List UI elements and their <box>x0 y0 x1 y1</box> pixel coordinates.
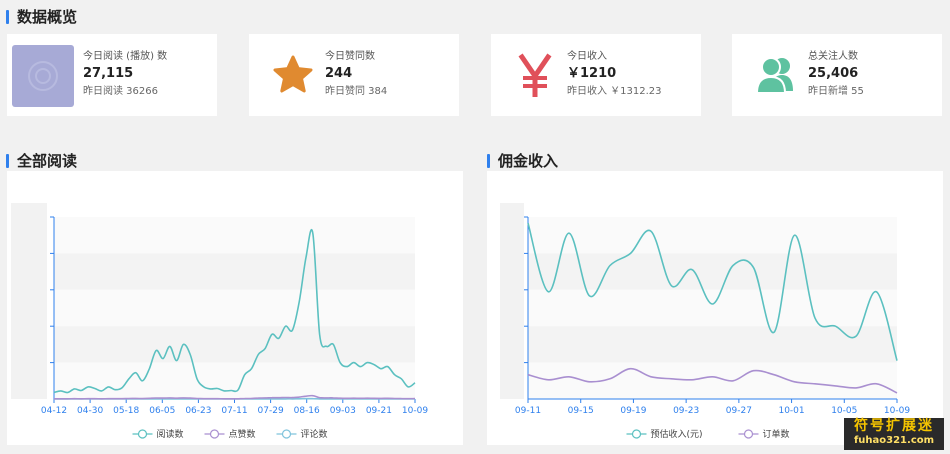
income-card-sub: 昨日收入 ￥1312.23 <box>567 86 662 97</box>
star-icon <box>263 45 323 105</box>
x-tick-label: 06-05 <box>149 406 175 416</box>
reading-chart-panel: 04-12 04-30 05-18 06-05 06-23 07-11 07-29 08-16… <box>7 171 463 445</box>
watermark-line1: 符号扩展迷 <box>854 418 934 434</box>
income-chart-panel: 09-11 09-15 09-19 09-23 09-27 10-01 10-05 10-09… <box>487 171 943 445</box>
legend-swatch-marker <box>743 429 754 439</box>
yen-icon <box>505 45 565 105</box>
legend-label: 点赞数 <box>229 428 256 440</box>
income-card-value: ￥1210 <box>567 66 617 81</box>
title-accent-bar <box>6 9 9 24</box>
legend-swatch-marker <box>209 429 220 439</box>
x-tick-label: 09-27 <box>726 406 752 416</box>
y-axis-label-area <box>11 203 47 399</box>
followers-card-value: 25,406 <box>808 66 859 81</box>
x-tick-label: 09-23 <box>673 406 699 416</box>
x-tick-label: 07-11 <box>221 406 247 416</box>
watermark-line2: fuhao321.com <box>853 435 935 446</box>
x-tick-label: 09-15 <box>568 406 594 416</box>
legend-swatch-marker <box>281 429 292 439</box>
legend-label: 预估收入(元) <box>651 428 703 440</box>
reading-card-sub: 昨日阅读 36266 <box>83 86 158 97</box>
x-tick-label: 09-11 <box>515 406 541 416</box>
income-card[interactable]: 今日收入 ￥1210 昨日收入 ￥1312.23 <box>491 34 701 116</box>
x-tick-label: 07-29 <box>258 406 284 416</box>
likes-card[interactable]: 今日赞同数 244 昨日赞同 384 <box>249 34 459 116</box>
x-tick-label: 10-05 <box>831 406 857 416</box>
x-tick-label: 10-09 <box>884 406 910 416</box>
reading-chart[interactable]: 04-12 04-30 05-18 06-05 06-23 07-11 07-29 08-16… <box>7 171 463 445</box>
x-tick-label: 09-19 <box>620 406 646 416</box>
reading-section-title-text: 全部阅读 <box>17 152 78 170</box>
likes-card-sub: 昨日赞同 384 <box>325 86 388 97</box>
grid-band <box>528 217 897 254</box>
users-icon <box>746 45 806 105</box>
followers-card[interactable]: 总关注人数 25,406 昨日新增 55 <box>732 34 942 116</box>
likes-card-label: 今日赞同数 <box>325 51 375 62</box>
x-tick-label: 04-30 <box>77 406 103 416</box>
watermark-logo: 符号扩展迷 fuhao321.com <box>844 418 944 450</box>
reading-card-label: 今日阅读 (播放) 数 <box>83 51 168 62</box>
income-section-title-text: 佣金收入 <box>498 152 559 170</box>
x-tick-label: 05-18 <box>113 406 139 416</box>
income-chart[interactable]: 09-11 09-15 09-19 09-23 09-27 10-01 10-05 10-09… <box>487 171 943 445</box>
reading-card[interactable]: 今日阅读 (播放) 数 27,115 昨日阅读 36266 <box>7 34 217 116</box>
legend-swatch-marker <box>137 429 148 439</box>
grid-band <box>54 217 415 254</box>
title-accent-bar <box>487 153 490 168</box>
likes-card-value: 244 <box>325 66 353 81</box>
grid-band <box>54 253 415 290</box>
reading-card-value: 27,115 <box>83 66 134 81</box>
x-tick-label: 08-16 <box>294 406 320 416</box>
overview-title-text: 数据概览 <box>17 8 78 26</box>
grid-band <box>528 289 897 327</box>
legend-label: 阅读数 <box>157 428 184 440</box>
y-axis-label-area <box>500 203 524 399</box>
followers-card-label: 总关注人数 <box>808 51 858 62</box>
reading-thumbnail-icon <box>12 45 74 107</box>
income-card-label: 今日收入 <box>567 51 607 62</box>
legend-label: 订单数 <box>763 428 790 440</box>
overview-title: 数据概览 <box>6 6 77 27</box>
grid-band <box>54 326 415 363</box>
x-tick-label: 09-21 <box>366 406 392 416</box>
x-tick-label: 10-09 <box>402 406 428 416</box>
income-section-title: 佣金收入 <box>487 150 558 171</box>
grid-band <box>54 289 415 327</box>
x-tick-label: 04-12 <box>41 406 67 416</box>
reading-section-title: 全部阅读 <box>6 150 77 171</box>
x-tick-label: 09-03 <box>330 406 356 416</box>
grid-band <box>528 253 897 290</box>
legend-swatch-marker <box>631 429 642 439</box>
x-tick-label: 06-23 <box>185 406 211 416</box>
followers-card-sub: 昨日新增 55 <box>808 86 864 97</box>
legend-label: 评论数 <box>301 428 328 440</box>
x-tick-label: 10-01 <box>778 406 804 416</box>
title-accent-bar <box>6 153 9 168</box>
grid-band <box>54 362 415 399</box>
